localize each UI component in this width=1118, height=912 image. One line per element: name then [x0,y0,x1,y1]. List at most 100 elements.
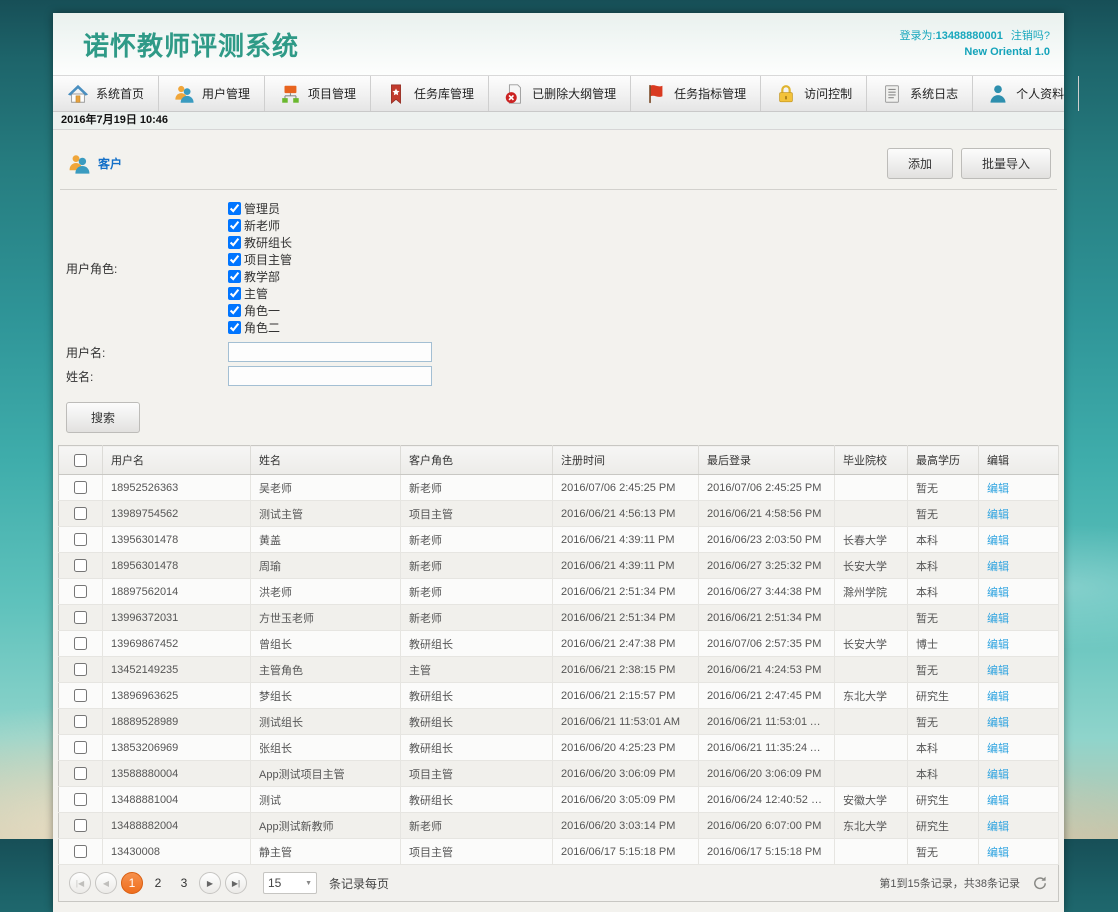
nav-item-1[interactable]: 用户管理 [159,76,265,111]
edit-link[interactable]: 编辑 [987,795,1009,807]
cell: 2016/06/21 2:51:34 PM [553,579,699,605]
role-checkbox-4[interactable]: 教学部 [228,268,292,285]
username-input[interactable] [228,342,432,362]
nav-item-5[interactable]: 任务指标管理 [631,76,761,111]
row-checkbox[interactable] [74,845,87,858]
row-checkbox[interactable] [74,481,87,494]
role-checkbox-input[interactable] [228,202,241,215]
refresh-icon[interactable] [1032,875,1048,891]
role-checkbox-3[interactable]: 项目主管 [228,251,292,268]
row-checkbox[interactable] [74,689,87,702]
role-checkbox-1[interactable]: 新老师 [228,217,292,234]
row-checkbox[interactable] [74,741,87,754]
row-checkbox[interactable] [74,715,87,728]
role-checkbox-input[interactable] [228,287,241,300]
nav-item-8[interactable]: 个人资料 [973,76,1079,111]
masthead: 诺怀教师评测系统 登录为:13488880001注销吗? New Orienta… [53,13,1064,75]
table-row: 13996372031方世玉老师新老师2016/06/21 2:51:34 PM… [59,605,1059,631]
edit-link[interactable]: 编辑 [987,717,1009,729]
row-checkbox[interactable] [74,533,87,546]
column-header[interactable]: 毕业院校 [835,446,908,475]
role-checkbox-input[interactable] [228,270,241,283]
name-label: 姓名: [66,368,228,385]
nav-item-2[interactable]: 项目管理 [265,76,371,111]
column-header[interactable]: 注册时间 [553,446,699,475]
role-checkbox-input[interactable] [228,321,241,334]
row-checkbox[interactable] [74,637,87,650]
edit-link[interactable]: 编辑 [987,483,1009,495]
name-input[interactable] [228,366,432,386]
nav-item-label: 用户管理 [202,85,250,102]
row-checkbox[interactable] [74,793,87,806]
cell: 教研组长 [401,787,553,813]
row-checkbox[interactable] [74,611,87,624]
column-header[interactable]: 最高学历 [908,446,979,475]
row-checkbox[interactable] [74,507,87,520]
nav-item-label: 访问控制 [804,85,852,102]
nav-item-0[interactable]: 系统首页 [53,76,159,111]
prev-page-button[interactable]: ◀ [95,872,117,894]
role-checkbox-input[interactable] [228,304,241,317]
role-checkbox-input[interactable] [228,219,241,232]
role-checkbox-7[interactable]: 角色二 [228,319,292,336]
cell: 2016/06/24 12:40:52 PM [699,787,835,813]
column-header[interactable]: 客户角色 [401,446,553,475]
column-header[interactable]: 编辑 [979,446,1059,475]
users-icon [173,83,195,105]
role-checkbox-input[interactable] [228,236,241,249]
batch-import-button[interactable]: 批量导入 [961,148,1051,179]
last-page-button[interactable]: ▶| [225,872,247,894]
edit-link[interactable]: 编辑 [987,587,1009,599]
page-number-2[interactable]: 2 [147,872,169,894]
add-button[interactable]: 添加 [887,148,953,179]
nav-item-label: 任务指标管理 [674,85,746,102]
nav-item-3[interactable]: 任务库管理 [371,76,489,111]
page-number-3[interactable]: 3 [173,872,195,894]
logout-link[interactable]: 注销吗? [1011,30,1050,42]
row-checkbox[interactable] [74,559,87,572]
edit-link[interactable]: 编辑 [987,535,1009,547]
edit-link[interactable]: 编辑 [987,769,1009,781]
row-checkbox[interactable] [74,819,87,832]
edit-link[interactable]: 编辑 [987,821,1009,833]
role-checkbox-input[interactable] [228,253,241,266]
cell: 测试组长 [251,709,401,735]
edit-link[interactable]: 编辑 [987,743,1009,755]
nav-item-label: 个人资料 [1016,85,1064,102]
role-checkbox-2[interactable]: 教研组长 [228,234,292,251]
column-header[interactable]: 用户名 [103,446,251,475]
edit-link[interactable]: 编辑 [987,691,1009,703]
edit-link[interactable]: 编辑 [987,639,1009,651]
per-page-select[interactable]: 15 ▼ [263,872,317,894]
nav-item-6[interactable]: 访问控制 [761,76,867,111]
nav-item-label: 已删除大纲管理 [532,85,616,102]
page-number-1[interactable]: 1 [121,872,143,894]
cell: App测试新教师 [251,813,401,839]
column-header[interactable]: 姓名 [251,446,401,475]
row-checkbox[interactable] [74,585,87,598]
first-page-button[interactable]: |◀ [69,872,91,894]
role-checkbox-6[interactable]: 角色一 [228,302,292,319]
role-checkbox-5[interactable]: 主管 [228,285,292,302]
row-checkbox[interactable] [74,767,87,780]
row-checkbox[interactable] [74,663,87,676]
edit-link[interactable]: 编辑 [987,847,1009,859]
nav-item-7[interactable]: 系统日志 [867,76,973,111]
role-checkbox-0[interactable]: 管理员 [228,200,292,217]
next-page-button[interactable]: ▶ [199,872,221,894]
cell: 新老师 [401,475,553,501]
customers-icon [66,152,92,176]
nav-item-4[interactable]: 已删除大纲管理 [489,76,631,111]
cell: 教研组长 [401,631,553,657]
search-button[interactable]: 搜索 [66,402,140,433]
column-header[interactable]: 最后登录 [699,446,835,475]
edit-link[interactable]: 编辑 [987,561,1009,573]
cell: 2016/06/20 6:07:00 PM [699,813,835,839]
cell: 2016/06/23 2:03:50 PM [699,527,835,553]
edit-link[interactable]: 编辑 [987,509,1009,521]
select-all-checkbox[interactable] [74,454,87,467]
edit-link[interactable]: 编辑 [987,665,1009,677]
cell: 2016/06/20 3:06:09 PM [553,761,699,787]
edit-link[interactable]: 编辑 [987,613,1009,625]
username-label: 用户名: [66,344,228,361]
